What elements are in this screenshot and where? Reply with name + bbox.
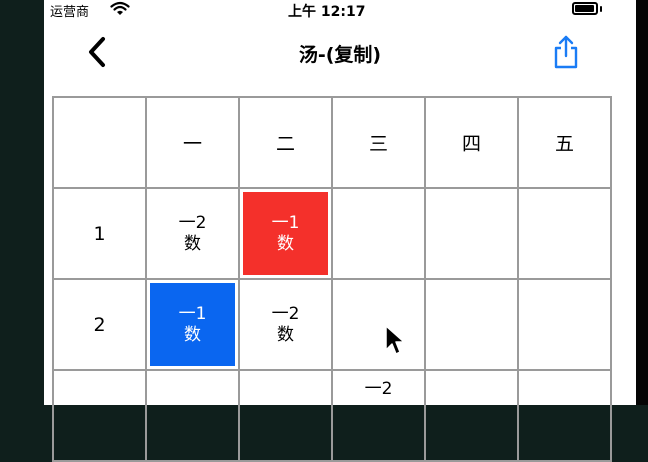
grid-cell[interactable] — [145, 369, 240, 462]
row-header: 1 — [52, 187, 147, 280]
mouse-cursor-icon — [385, 325, 405, 355]
cell-line2: 数 — [277, 233, 294, 254]
device-bezel — [636, 0, 648, 405]
grid-cell[interactable]: 一2 — [331, 369, 426, 462]
grid-cell[interactable] — [424, 369, 519, 462]
carrier-label: 运营商 — [50, 5, 90, 20]
column-header: 三 — [331, 96, 426, 189]
grid-cell[interactable]: 一1 数 — [238, 187, 333, 280]
column-header: 四 — [424, 96, 519, 189]
column-header: 五 — [517, 96, 612, 189]
grid-cell[interactable] — [517, 187, 612, 280]
cell-line1: 一2 — [364, 379, 393, 399]
share-button[interactable] — [548, 32, 584, 72]
cell-line1: 一1 — [271, 212, 300, 233]
grid-cell[interactable] — [331, 278, 426, 371]
phone-screen: 运营商 上午 12:17 汤-(复制) 一 二 三 四 五 1 一2 数 一1 … — [44, 0, 636, 462]
cell-line2: 数 — [277, 324, 294, 345]
battery-icon — [572, 2, 598, 15]
grid-cell[interactable] — [517, 369, 612, 462]
cell-line2: 数 — [184, 324, 201, 345]
clock: 上午 12:17 — [288, 4, 366, 20]
row-header — [52, 369, 147, 462]
grid-cell[interactable] — [424, 187, 519, 280]
schedule-grid: 一 二 三 四 五 1 一2 数 一1 数 2 一1 数 一2 数 一2 — [52, 96, 612, 462]
cell-line1: 一1 — [178, 303, 207, 324]
wifi-icon — [110, 1, 130, 15]
background-edge — [0, 0, 44, 405]
cell-line1: 一2 — [178, 212, 207, 233]
table-row: 一2 — [52, 369, 612, 462]
grid-cell[interactable] — [424, 278, 519, 371]
cell-line1: 一2 — [271, 303, 300, 324]
grid-cell[interactable]: 一2 数 — [238, 278, 333, 371]
column-header: 二 — [238, 96, 333, 189]
grid-cell[interactable] — [517, 278, 612, 371]
grid-cell[interactable]: 一2 数 — [145, 187, 240, 280]
header-row: 一 二 三 四 五 — [52, 96, 612, 189]
table-row: 2 一1 数 一2 数 — [52, 278, 612, 371]
status-bar: 运营商 上午 12:17 — [44, 0, 636, 22]
grid-cell[interactable]: 一1 数 — [145, 278, 240, 371]
cell-line2: 数 — [184, 233, 201, 254]
table-row: 1 一2 数 一1 数 — [52, 187, 612, 280]
grid-cell[interactable] — [238, 369, 333, 462]
row-header: 2 — [52, 278, 147, 371]
column-header: 一 — [145, 96, 240, 189]
battery-tip — [600, 6, 602, 12]
navigation-bar: 汤-(复制) — [44, 22, 636, 84]
corner-cell — [52, 96, 147, 189]
share-icon — [554, 35, 578, 69]
grid-cell[interactable] — [331, 187, 426, 280]
